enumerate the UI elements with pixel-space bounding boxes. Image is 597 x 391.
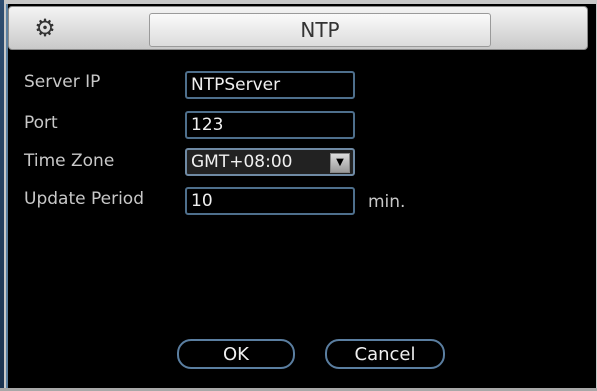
dialog-title: NTP: [149, 13, 491, 47]
chevron-down-icon[interactable]: ▼: [330, 153, 350, 173]
gear-icon: ⚙: [34, 14, 56, 42]
update-period-field[interactable]: 10: [185, 187, 355, 215]
time-zone-value: GMT+08:00: [191, 152, 293, 172]
time-zone-select[interactable]: GMT+08:00 ▼: [185, 148, 355, 176]
title-bar: ⚙ NTP: [8, 6, 588, 50]
dialog-body: [8, 52, 588, 386]
ok-button[interactable]: OK: [177, 339, 295, 369]
update-period-unit: min.: [368, 192, 406, 212]
port-field[interactable]: 123: [185, 111, 355, 139]
cancel-button[interactable]: Cancel: [325, 339, 445, 369]
update-period-label: Update Period: [24, 189, 144, 209]
port-label: Port: [24, 113, 58, 133]
server-ip-field[interactable]: NTPServer: [185, 71, 355, 99]
time-zone-label: Time Zone: [24, 151, 115, 171]
left-edge-strip: [0, 0, 4, 391]
server-ip-label: Server IP: [24, 72, 101, 92]
